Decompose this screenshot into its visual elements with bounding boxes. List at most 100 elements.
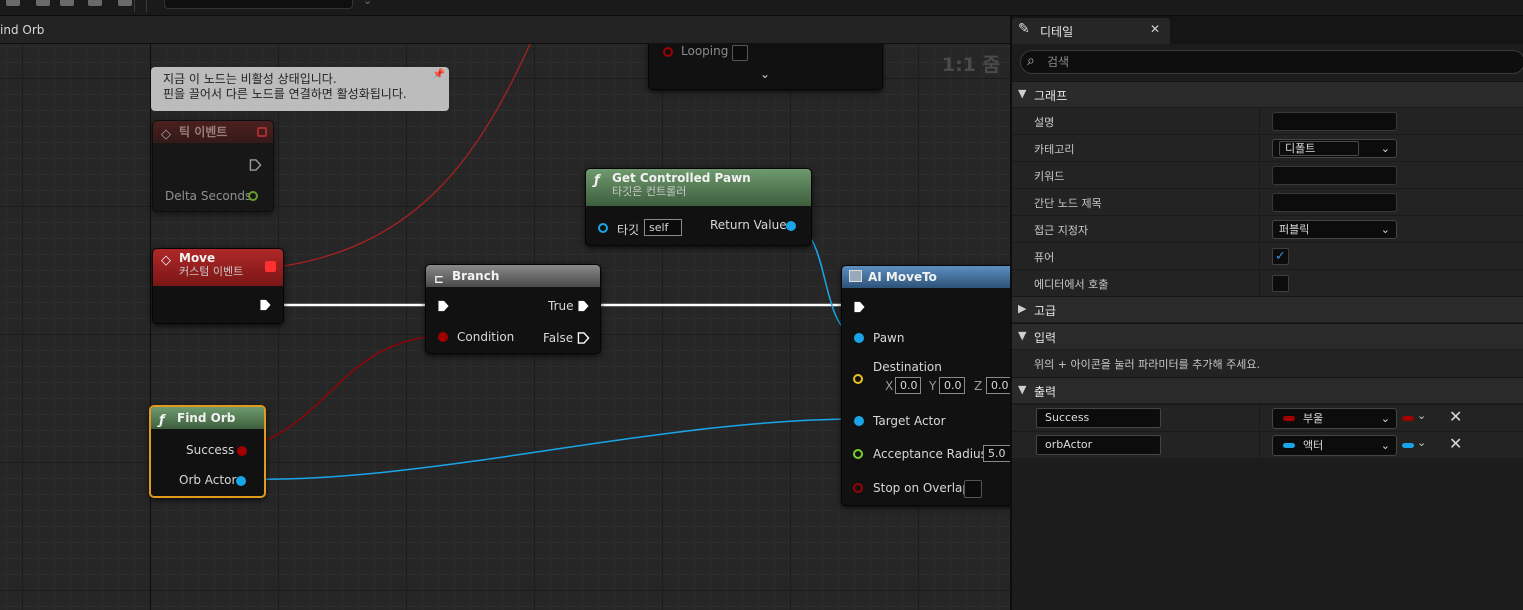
exec-in-pin[interactable] bbox=[853, 301, 866, 313]
object-pin[interactable] bbox=[598, 223, 608, 233]
node-tick-event[interactable]: ◇ 틱 이벤트 Delta Seconds bbox=[152, 120, 274, 212]
property-row-description: 설명 bbox=[1012, 107, 1523, 135]
destination-x-field[interactable]: 0.0 bbox=[895, 377, 921, 394]
event-icon: ◇ bbox=[161, 127, 171, 142]
pure-checkbox[interactable]: ✓ bbox=[1272, 248, 1289, 265]
node-move-event[interactable]: ◇ Move 커스텀 이벤트 bbox=[152, 248, 284, 324]
object-pin[interactable] bbox=[854, 416, 864, 426]
exec-out-pin[interactable] bbox=[249, 159, 262, 171]
pin-label-target: 타깃 bbox=[617, 223, 640, 237]
output-type-combo[interactable]: 액터 ⌄ bbox=[1272, 435, 1397, 456]
toolbar-button[interactable] bbox=[118, 0, 132, 6]
chevron-down-icon[interactable]: ⌄ bbox=[760, 67, 770, 81]
category-combo[interactable]: 디폴트 ⌄ bbox=[1272, 139, 1397, 158]
pin-icon[interactable]: 📌 bbox=[433, 69, 445, 80]
output-name-field[interactable]: Success bbox=[1036, 408, 1161, 428]
node-ai-moveto[interactable]: AI MoveTo Pawn Destination X 0.0 Y 0.0 Z… bbox=[841, 265, 1010, 506]
tooltip-line: 지금 이 노드는 비활성 상태입니다. bbox=[163, 72, 337, 86]
output-type-combo[interactable]: 부울 ⌄ bbox=[1272, 408, 1397, 429]
exec-in-pin[interactable] bbox=[437, 300, 450, 312]
section-graph[interactable]: ▼ 그래프 bbox=[1012, 81, 1523, 107]
container-type-swatch[interactable] bbox=[1402, 443, 1414, 448]
pin-label-acceptance-radius: Acceptance Radius bbox=[873, 447, 987, 461]
section-outputs[interactable]: ▼ 출력 bbox=[1012, 377, 1523, 403]
float-pin[interactable] bbox=[853, 449, 863, 459]
node-looping-fragment[interactable]: Looping ⌄ bbox=[648, 44, 883, 90]
call-in-editor-checkbox[interactable] bbox=[1272, 275, 1289, 292]
property-label: 카테고리 bbox=[1034, 143, 1075, 156]
pin-label-orb-actor: Orb Actor bbox=[179, 473, 237, 487]
pin-label-return-value: Return Value bbox=[710, 218, 787, 232]
graph-tab-strip: ind Orb bbox=[0, 16, 1010, 44]
node-title: Branch bbox=[452, 269, 500, 283]
toolbar-field[interactable] bbox=[164, 0, 353, 9]
inputs-hint: 위의 + 아이콘을 눌러 파라미터를 추가해 주세요. bbox=[1034, 358, 1260, 371]
branch-icon: ⊏ bbox=[434, 272, 445, 286]
vector-pin[interactable] bbox=[853, 374, 863, 384]
property-row-keywords: 키워드 bbox=[1012, 161, 1523, 189]
delete-icon[interactable]: ✕ bbox=[1449, 407, 1462, 426]
keywords-field[interactable] bbox=[1272, 166, 1397, 185]
node-branch[interactable]: ⊏ Branch True Condition False bbox=[425, 264, 601, 354]
node-header: ◇ 틱 이벤트 bbox=[153, 121, 273, 143]
bool-pin[interactable] bbox=[237, 446, 247, 456]
column-divider bbox=[1259, 135, 1260, 162]
object-pin[interactable] bbox=[786, 221, 796, 231]
details-tab[interactable]: ✎ 디테일 ✕ bbox=[1012, 18, 1170, 44]
chevron-down-icon: ⌄ bbox=[1380, 142, 1390, 155]
column-divider bbox=[1259, 405, 1260, 432]
toolbar-divider bbox=[146, 0, 147, 12]
axis-x-label: X bbox=[885, 379, 894, 393]
object-pin[interactable] bbox=[236, 476, 246, 486]
acceptance-radius-field[interactable]: 5.0 bbox=[983, 445, 1010, 462]
graph-tab-title[interactable]: ind Orb bbox=[0, 23, 44, 37]
access-specifier-combo[interactable]: 퍼블릭 ⌄ bbox=[1272, 220, 1397, 239]
stop-on-overlap-checkbox[interactable] bbox=[964, 480, 982, 498]
pin-label-true: True bbox=[548, 299, 574, 313]
section-advanced[interactable]: ▶ 고급 bbox=[1012, 296, 1523, 322]
output-name-field[interactable]: orbActor bbox=[1036, 435, 1161, 455]
exec-out-pin[interactable] bbox=[259, 299, 272, 311]
search-input[interactable] bbox=[1047, 53, 1507, 71]
pin-label-looping: Looping bbox=[681, 44, 729, 58]
search-icon: ⌕ bbox=[1027, 53, 1035, 69]
exec-false-pin[interactable] bbox=[577, 332, 590, 344]
section-label: 고급 bbox=[1034, 304, 1057, 318]
exec-true-pin[interactable] bbox=[577, 300, 590, 312]
details-tab-label: 디테일 bbox=[1040, 25, 1074, 39]
target-self-field[interactable]: self bbox=[644, 219, 682, 236]
delete-icon[interactable]: ✕ bbox=[1449, 434, 1462, 453]
section-inputs[interactable]: ▼ 입력 bbox=[1012, 323, 1523, 349]
node-get-controlled-pawn[interactable]: ƒ Get Controlled Pawn 타깃은 컨트롤러 타깃 self R… bbox=[585, 168, 812, 246]
container-type-swatch[interactable] bbox=[1402, 416, 1414, 421]
compact-title-field[interactable] bbox=[1272, 193, 1397, 212]
delegate-pin[interactable] bbox=[265, 261, 276, 272]
looping-checkbox[interactable] bbox=[732, 45, 748, 61]
toolbar-button[interactable] bbox=[36, 0, 50, 6]
toolbar-button[interactable] bbox=[88, 0, 102, 6]
chevron-down-icon[interactable]: ⌄ bbox=[1417, 436, 1426, 449]
destination-z-field[interactable]: 0.0 bbox=[986, 377, 1010, 394]
description-field[interactable] bbox=[1272, 112, 1397, 131]
node-title: Move bbox=[179, 251, 216, 265]
axis-y-label: Y bbox=[929, 379, 937, 393]
node-find-orb[interactable]: ƒ Find Orb Success Orb Actor bbox=[149, 405, 266, 498]
wire-orbactor-targetactor bbox=[240, 418, 856, 481]
event-graph-canvas[interactable]: 1:1 줌 Looping ⌄ ◇ 틱 이벤트 Delta Seconds 지금… bbox=[0, 44, 1010, 610]
bool-pin[interactable] bbox=[853, 483, 863, 493]
pin-label-target-actor: Target Actor bbox=[873, 414, 946, 428]
float-pin[interactable] bbox=[248, 191, 258, 201]
bool-pin[interactable] bbox=[438, 332, 448, 342]
delegate-pin[interactable] bbox=[257, 127, 267, 137]
property-label: 에디터에서 호출 bbox=[1034, 278, 1109, 291]
bool-pin[interactable] bbox=[663, 47, 673, 57]
chevron-down-icon: ⌄ bbox=[1380, 412, 1390, 425]
property-row-call-in-editor: 에디터에서 호출 bbox=[1012, 269, 1523, 297]
object-pin[interactable] bbox=[854, 333, 864, 343]
chevron-down-icon[interactable]: ⌄ bbox=[1417, 409, 1426, 422]
close-icon[interactable]: ✕ bbox=[1150, 22, 1160, 36]
toolbar-button[interactable] bbox=[6, 0, 20, 6]
destination-y-field[interactable]: 0.0 bbox=[939, 377, 965, 394]
chevron-down-icon[interactable]: ⌄ bbox=[363, 0, 372, 7]
toolbar-button[interactable] bbox=[60, 0, 74, 6]
